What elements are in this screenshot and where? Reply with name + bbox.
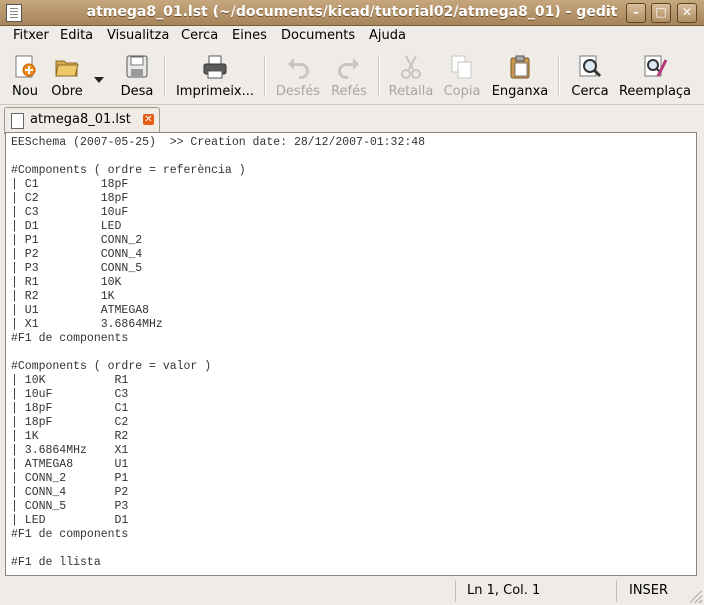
text-line: #F1 de llista: [11, 556, 101, 569]
copy-icon: [449, 54, 475, 80]
text-line: [11, 542, 425, 556]
menu-fitxer[interactable]: Fitxer: [13, 28, 49, 43]
toolbar-separator: [264, 56, 266, 96]
open-recent-dropdown[interactable]: [92, 52, 106, 102]
text-line: | LED D1: [11, 514, 129, 527]
toolbar-separator: [558, 56, 560, 96]
text-line: | CONN_4 P2: [11, 486, 129, 499]
find-replace-icon: [642, 54, 668, 80]
menu-cerca[interactable]: Cerca: [181, 28, 218, 43]
save-button[interactable]: Desa: [118, 52, 156, 102]
text-line: | 1K R2: [11, 430, 129, 443]
text-line: #F1 de components: [11, 528, 129, 541]
save-label: Desa: [120, 84, 154, 99]
text-line: | 3.6864MHz X1: [11, 444, 129, 457]
redo-arrow-icon: [336, 54, 362, 80]
text-file-icon: [11, 113, 24, 129]
status-separator: [616, 580, 617, 602]
title-bar: atmega8_01.lst (~/documents/kicad/tutori…: [0, 0, 704, 26]
document-text[interactable]: EESchema (2007-05-25) >> Creation date: …: [11, 136, 425, 570]
open-folder-icon: [54, 54, 80, 80]
new-button[interactable]: Nou: [7, 52, 43, 102]
replace-label: Reemplaça: [618, 84, 692, 99]
undo-button[interactable]: Desfés: [274, 52, 322, 102]
toolbar-separator: [164, 56, 166, 96]
close-window-button[interactable]: ✕: [677, 3, 697, 23]
tab-label: atmega8_01.lst: [30, 112, 131, 127]
text-line: EESchema (2007-05-25) >> Creation date: …: [11, 136, 426, 149]
status-separator: [455, 580, 456, 602]
find-button[interactable]: Cerca: [568, 52, 612, 102]
text-line: | P1 CONN_2: [11, 234, 143, 247]
text-line: #Components ( ordre = valor ): [11, 360, 212, 373]
text-line: [11, 150, 425, 164]
maximize-button[interactable]: □: [651, 3, 671, 23]
new-label: Nou: [12, 84, 38, 99]
toolbar: Nou Obre Desa Imprimeix... Desfés Refés …: [0, 48, 704, 105]
printer-icon: [202, 54, 228, 80]
paste-button[interactable]: Enganxa: [490, 52, 550, 102]
text-line: | U1 ATMEGA8: [11, 304, 150, 317]
text-line: #F1 de components: [11, 332, 129, 345]
print-button[interactable]: Imprimeix...: [174, 52, 256, 102]
undo-label: Desfés: [275, 84, 321, 99]
chevron-down-icon: [92, 72, 106, 87]
close-tab-icon[interactable]: ✕: [143, 114, 154, 125]
print-label: Imprimeix...: [175, 84, 255, 99]
resize-grip[interactable]: [690, 591, 702, 603]
text-editor[interactable]: EESchema (2007-05-25) >> Creation date: …: [5, 132, 697, 576]
text-line: | 10K R1: [11, 374, 129, 387]
text-line: | C3 10uF: [11, 206, 129, 219]
text-line: | R2 1K: [11, 290, 115, 303]
cut-button[interactable]: Retalla: [386, 52, 436, 102]
open-label: Obre: [51, 84, 83, 99]
search-icon: [577, 54, 603, 80]
copy-button[interactable]: Copia: [440, 52, 484, 102]
text-line: | 10uF C3: [11, 388, 129, 401]
menu-bar: Fitxer Edita Visualitza Cerca Eines Docu…: [0, 25, 704, 47]
find-label: Cerca: [571, 84, 609, 99]
copy-label: Copia: [443, 84, 481, 99]
replace-button[interactable]: Reemplaça: [618, 52, 692, 102]
text-line: | D1 LED: [11, 220, 122, 233]
text-line: | CONN_5 P3: [11, 500, 129, 513]
text-line: | X1 3.6864MHz: [11, 318, 163, 331]
text-line: #Components ( ordre = referència ): [11, 164, 246, 177]
text-line: | P2 CONN_4: [11, 248, 143, 261]
save-disk-icon: [124, 54, 150, 80]
toolbar-separator: [378, 56, 380, 96]
status-bar: Ln 1, Col. 1 INSER: [0, 578, 704, 605]
text-line: [11, 346, 425, 360]
open-button[interactable]: Obre: [46, 52, 88, 102]
redo-button[interactable]: Refés: [328, 52, 370, 102]
clipboard-icon: [507, 54, 533, 80]
text-line: | 18pF C1: [11, 402, 129, 415]
menu-documents[interactable]: Documents: [281, 28, 355, 43]
redo-label: Refés: [331, 84, 367, 99]
minimize-button[interactable]: –: [626, 3, 646, 23]
menu-edita[interactable]: Edita: [60, 28, 93, 43]
new-document-icon: [12, 54, 38, 80]
menu-ajuda[interactable]: Ajuda: [369, 28, 406, 43]
menu-eines[interactable]: Eines: [232, 28, 267, 43]
document-tabs: atmega8_01.lst ✕: [0, 105, 704, 134]
cut-label: Retalla: [388, 84, 434, 99]
text-line: | R1 10K: [11, 276, 122, 289]
tab-atmega8-01-lst[interactable]: atmega8_01.lst ✕: [4, 107, 160, 134]
scissors-icon: [398, 54, 424, 80]
paste-label: Enganxa: [491, 84, 549, 99]
menu-visualitza[interactable]: Visualitza: [107, 28, 169, 43]
window-title: atmega8_01.lst (~/documents/kicad/tutori…: [86, 4, 618, 20]
text-line: | C2 18pF: [11, 192, 129, 205]
text-line: | CONN_2 P1: [11, 472, 129, 485]
text-line: | P3 CONN_5: [11, 262, 143, 275]
undo-arrow-icon: [285, 54, 311, 80]
text-line: | 18pF C2: [11, 416, 129, 429]
cursor-position: Ln 1, Col. 1: [467, 583, 541, 598]
insert-mode: INSER: [629, 583, 669, 598]
text-line: | ATMEGA8 U1: [11, 458, 129, 471]
text-line: | C1 18pF: [11, 178, 129, 191]
